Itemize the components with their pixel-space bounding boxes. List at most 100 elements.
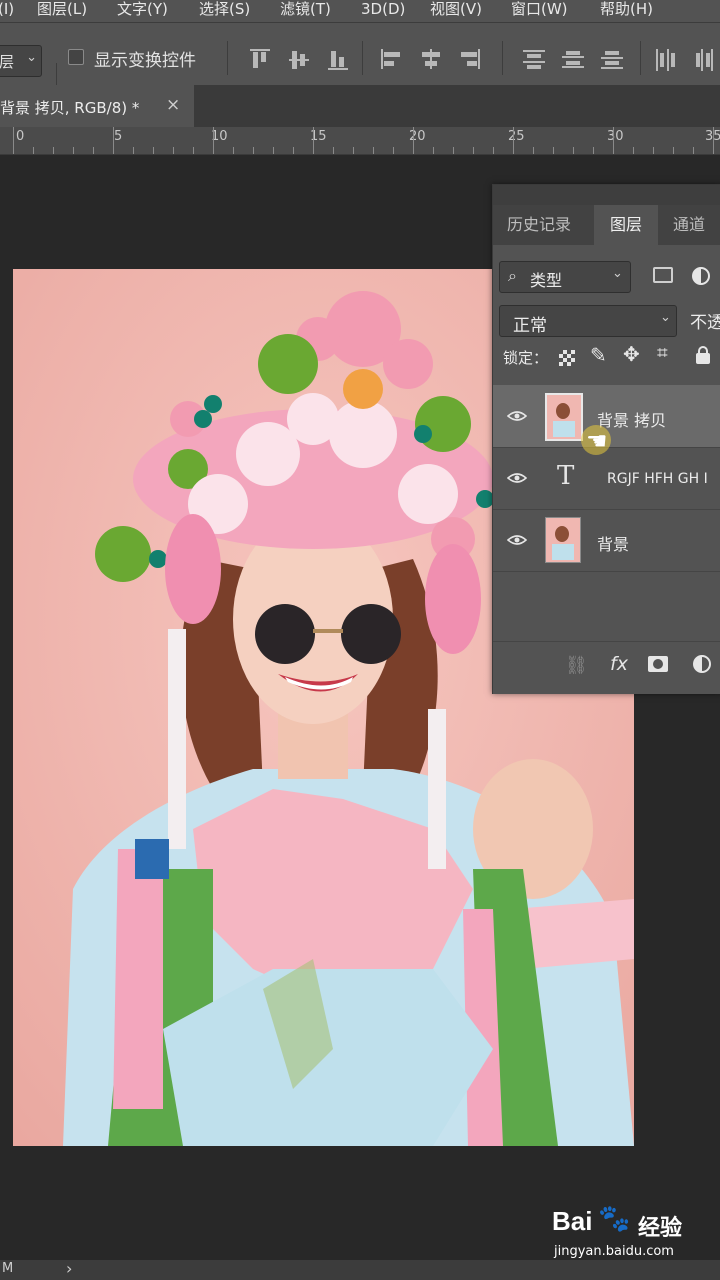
lock-all-icon[interactable] — [696, 346, 710, 364]
ruler-tick — [633, 147, 634, 154]
ruler-tick — [193, 147, 194, 154]
status-text: M — [2, 1261, 14, 1276]
layer-filter-label: 类型 — [530, 271, 563, 290]
chevron-down-icon: ⌄ — [26, 50, 37, 65]
adjustment-layer-icon[interactable] — [693, 655, 711, 673]
menu-bar: (I) 图层(L) 文字(Y) 选择(S) 滤镜(T) 3D(D) 视图(V) … — [0, 0, 720, 22]
ruler-tick — [693, 147, 694, 154]
document-tab-title: 背景 拷贝, RGB/8) * — [0, 99, 140, 117]
ruler-tick — [53, 147, 54, 154]
menu-item-type[interactable]: 文字(Y) — [117, 0, 168, 18]
distribute-horizontal-center-icon[interactable] — [694, 49, 716, 71]
menu-item-help[interactable]: 帮助(H) — [600, 0, 653, 18]
align-top-icon[interactable] — [250, 49, 272, 71]
layer-row-background-copy[interactable]: 背景 拷贝 ☚ — [493, 385, 720, 455]
ruler-tick — [73, 147, 74, 154]
distribute-bottom-icon[interactable] — [601, 49, 623, 71]
link-layers-icon[interactable]: ⛓ — [565, 655, 588, 676]
auto-select-dropdown[interactable]: 层 ⌄ — [0, 45, 42, 77]
eye-icon[interactable] — [507, 472, 527, 484]
ruler-tick — [33, 147, 34, 154]
align-left-icon[interactable] — [381, 49, 403, 71]
lock-move-icon[interactable]: ✥ — [623, 342, 640, 366]
ruler-tick — [413, 127, 414, 154]
lock-transparent-icon[interactable] — [559, 350, 575, 366]
ruler-tick — [133, 147, 134, 154]
close-icon[interactable]: × — [166, 95, 180, 115]
eye-icon[interactable] — [507, 534, 527, 546]
ruler-tick — [233, 147, 234, 154]
search-icon: ⌕ — [508, 266, 517, 285]
menu-item-window[interactable]: 窗口(W) — [511, 0, 568, 18]
layer-thumbnail — [545, 517, 581, 563]
ruler-tick — [513, 127, 514, 154]
eye-icon[interactable] — [507, 410, 527, 422]
divider — [502, 41, 503, 75]
align-vertical-center-icon[interactable] — [289, 49, 311, 71]
ruler-tick — [373, 147, 374, 154]
document-tab[interactable]: 背景 拷贝, RGB/8) * × — [0, 85, 194, 127]
horizontal-ruler: 0 5 10 15 20 25 30 35 — [0, 127, 720, 155]
status-arrow-icon[interactable]: › — [66, 1259, 72, 1278]
ruler-tick — [153, 147, 154, 154]
fx-icon[interactable]: fx — [610, 653, 628, 675]
watermark-brand: Bai — [552, 1206, 593, 1236]
ruler-tick — [433, 147, 434, 154]
layer-filter-dropdown[interactable]: ⌕ 类型 ⌄ — [499, 261, 631, 293]
align-right-icon[interactable] — [459, 49, 481, 71]
menu-item-view[interactable]: 视图(V) — [430, 0, 482, 18]
menu-item-3d[interactable]: 3D(D) — [361, 0, 405, 18]
ruler-tick — [473, 147, 474, 154]
layer-name: 背景 — [597, 535, 630, 554]
tab-history[interactable]: 历史记录 — [507, 205, 583, 245]
ruler-tick — [393, 147, 394, 154]
options-bar: 层 ⌄ 显示变换控件 — [0, 22, 720, 97]
distribute-left-icon[interactable] — [655, 49, 677, 71]
menu-item-filter[interactable]: 滤镜(T) — [280, 0, 331, 18]
ruler-tick — [453, 147, 454, 154]
layers-panel: 历史记录 图层 通道 ⌕ 类型 ⌄ 正常 ⌄ 不透 锁定： ✎ ✥ ⌗ 背景 拷… — [492, 184, 720, 694]
blend-mode-dropdown[interactable]: 正常 ⌄ — [499, 305, 677, 337]
tab-channels[interactable]: 通道 — [673, 205, 720, 245]
lock-artboard-icon[interactable]: ⌗ — [657, 342, 668, 364]
distribute-top-icon[interactable] — [523, 49, 545, 71]
filter-adjustment-icon[interactable] — [692, 267, 710, 285]
ruler-tick — [713, 127, 714, 154]
panel-header[interactable] — [493, 185, 720, 205]
watermark-brand-suffix: 经验 — [638, 1216, 683, 1241]
ruler-tick — [273, 147, 274, 154]
ruler-tick — [353, 147, 354, 154]
distribute-vertical-center-icon[interactable] — [562, 49, 584, 71]
ruler-tick — [613, 127, 614, 154]
baidu-watermark: Bai 🐾 经验 jingyan.baidu.com — [552, 1204, 712, 1266]
ruler-tick — [553, 147, 554, 154]
tab-layers[interactable]: 图层 — [594, 205, 658, 245]
layer-name: RGJF HFH GH I — [607, 471, 708, 487]
menu-item-layer[interactable]: 图层(L) — [37, 0, 87, 18]
ruler-tick — [253, 147, 254, 154]
layer-row-text[interactable]: T RGJF HFH GH I — [493, 447, 720, 510]
ruler-label: 30 — [607, 129, 624, 144]
layer-thumbnail — [545, 393, 583, 441]
menu-item-select[interactable]: 选择(S) — [199, 0, 250, 18]
ruler-tick — [173, 147, 174, 154]
ruler-tick — [653, 147, 654, 154]
text-layer-icon: T — [557, 461, 575, 491]
ruler-tick — [213, 127, 214, 154]
align-horizontal-center-icon[interactable] — [420, 49, 442, 71]
blend-mode-value: 正常 — [513, 316, 547, 336]
filter-pixel-icon[interactable] — [653, 267, 673, 283]
show-transform-label: 显示变换控件 — [94, 51, 196, 71]
ruler-tick — [293, 147, 294, 154]
ruler-tick — [93, 147, 94, 154]
ruler-tick — [333, 147, 334, 154]
ruler-tick — [673, 147, 674, 154]
show-transform-checkbox[interactable] — [68, 49, 84, 65]
divider — [362, 41, 363, 75]
add-mask-icon[interactable] — [648, 656, 668, 672]
lock-brush-icon[interactable]: ✎ — [590, 343, 607, 367]
auto-select-value: 层 — [0, 53, 15, 71]
layer-row-background[interactable]: 背景 — [493, 509, 720, 572]
menu-item-image[interactable]: (I) — [0, 0, 14, 18]
align-bottom-icon[interactable] — [328, 49, 350, 71]
